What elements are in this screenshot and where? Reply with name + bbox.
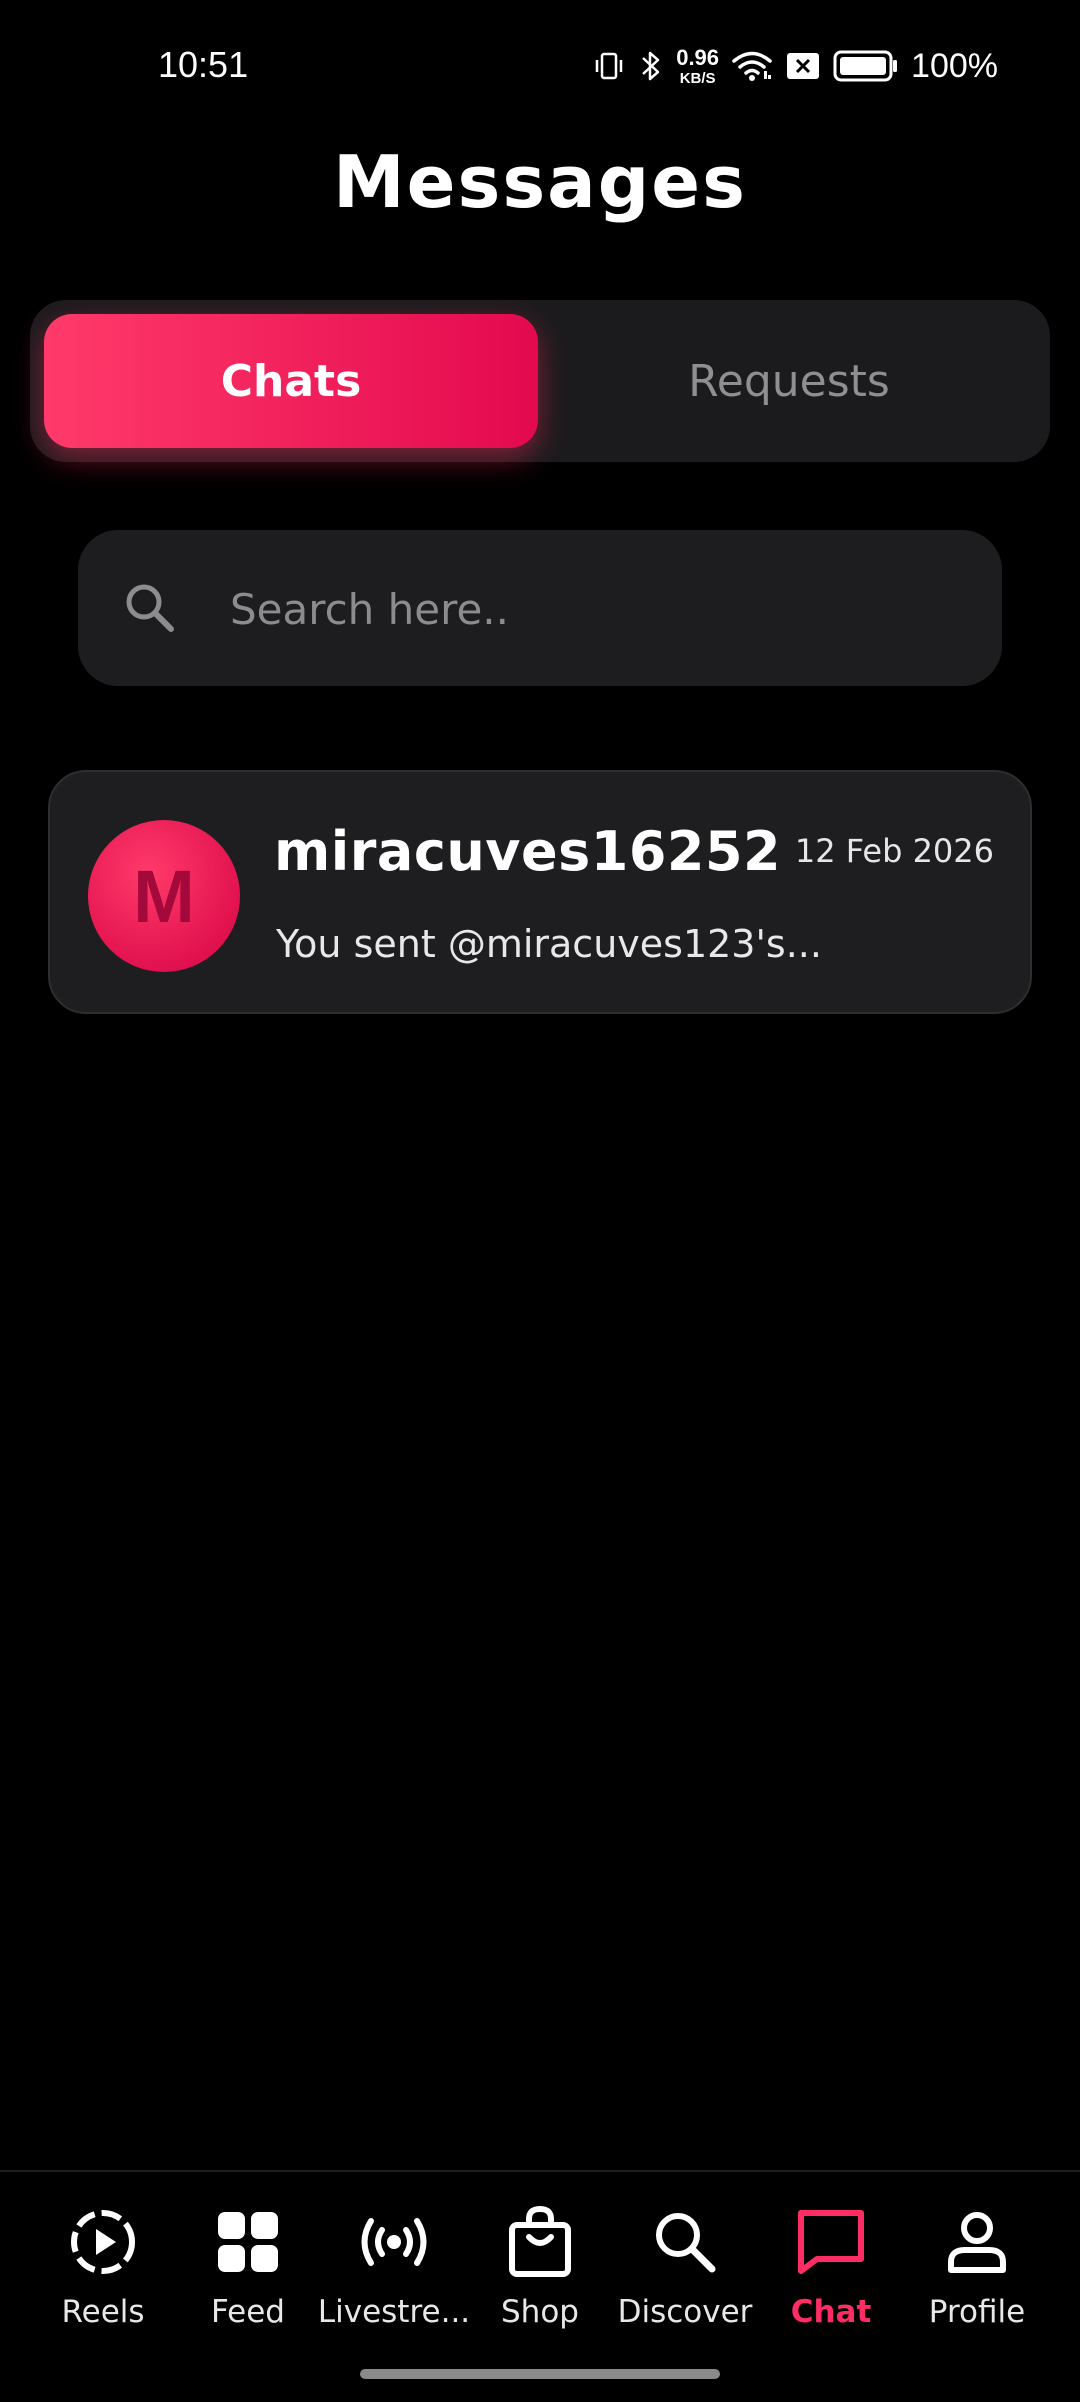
nav-label-reels: Reels (61, 2294, 145, 2330)
search-bar (78, 530, 1002, 686)
bottom-navigation: Reels Feed Livestre... Shop Discover Cha… (0, 2170, 1080, 2402)
nav-label-chat: Chat (790, 2294, 872, 2330)
search-icon (122, 580, 178, 640)
grid-icon (208, 2202, 288, 2282)
user-icon (937, 2202, 1017, 2282)
nav-profile[interactable]: Profile (904, 2202, 1050, 2342)
nav-reels[interactable]: Reels (30, 2202, 176, 2342)
nav-shop[interactable]: Shop (467, 2202, 613, 2342)
home-indicator[interactable] (360, 2369, 720, 2379)
battery-icon (833, 50, 899, 82)
network-speed-unit: KB/S (679, 69, 716, 87)
reels-icon (63, 2202, 143, 2282)
battery-percent: 100% (911, 46, 998, 85)
status-icons: 0.96 KB/S 100% (592, 44, 998, 88)
avatar: M (88, 820, 240, 972)
bluetooth-icon (638, 48, 664, 84)
nav-label-shop: Shop (501, 2294, 579, 2330)
nav-livestream[interactable]: Livestre... (317, 2202, 471, 2342)
shopping-bag-icon (500, 2202, 580, 2282)
tab-chats[interactable]: Chats (44, 314, 538, 448)
nav-chat[interactable]: Chat (758, 2202, 904, 2342)
network-speed: 0.96 KB/S (676, 44, 720, 87)
nav-feed[interactable]: Feed (175, 2202, 321, 2342)
chat-date: 12 Feb 2026 (794, 832, 994, 870)
search-input[interactable] (228, 568, 932, 650)
chat-bubble-icon (791, 2202, 871, 2282)
status-bar: 10:51 0.96 KB/S 100% (0, 0, 1080, 130)
wifi-icon (731, 49, 773, 83)
status-time: 10:51 (158, 44, 249, 85)
nav-label-discover: Discover (617, 2294, 753, 2330)
nav-label-profile: Profile (928, 2294, 1026, 2330)
chat-username: miracuves16252 (274, 820, 782, 883)
chat-last-message: You sent @miracuves123's... (276, 922, 822, 966)
search-icon (645, 2202, 725, 2282)
nav-discover[interactable]: Discover (612, 2202, 758, 2342)
chat-list-item[interactable]: M miracuves16252 12 Feb 2026 You sent @m… (48, 770, 1032, 1014)
page-title: Messages (332, 140, 747, 224)
chat-tabs: Chats Requests (30, 300, 1050, 462)
no-sim-icon (785, 51, 821, 81)
tab-requests[interactable]: Requests (542, 314, 1036, 448)
network-speed-value: 0.96 (676, 44, 720, 70)
nav-label-livestream: Livestre... (317, 2294, 471, 2330)
vibrate-icon (592, 49, 626, 83)
nav-label-feed: Feed (211, 2294, 285, 2330)
broadcast-icon (354, 2202, 434, 2282)
